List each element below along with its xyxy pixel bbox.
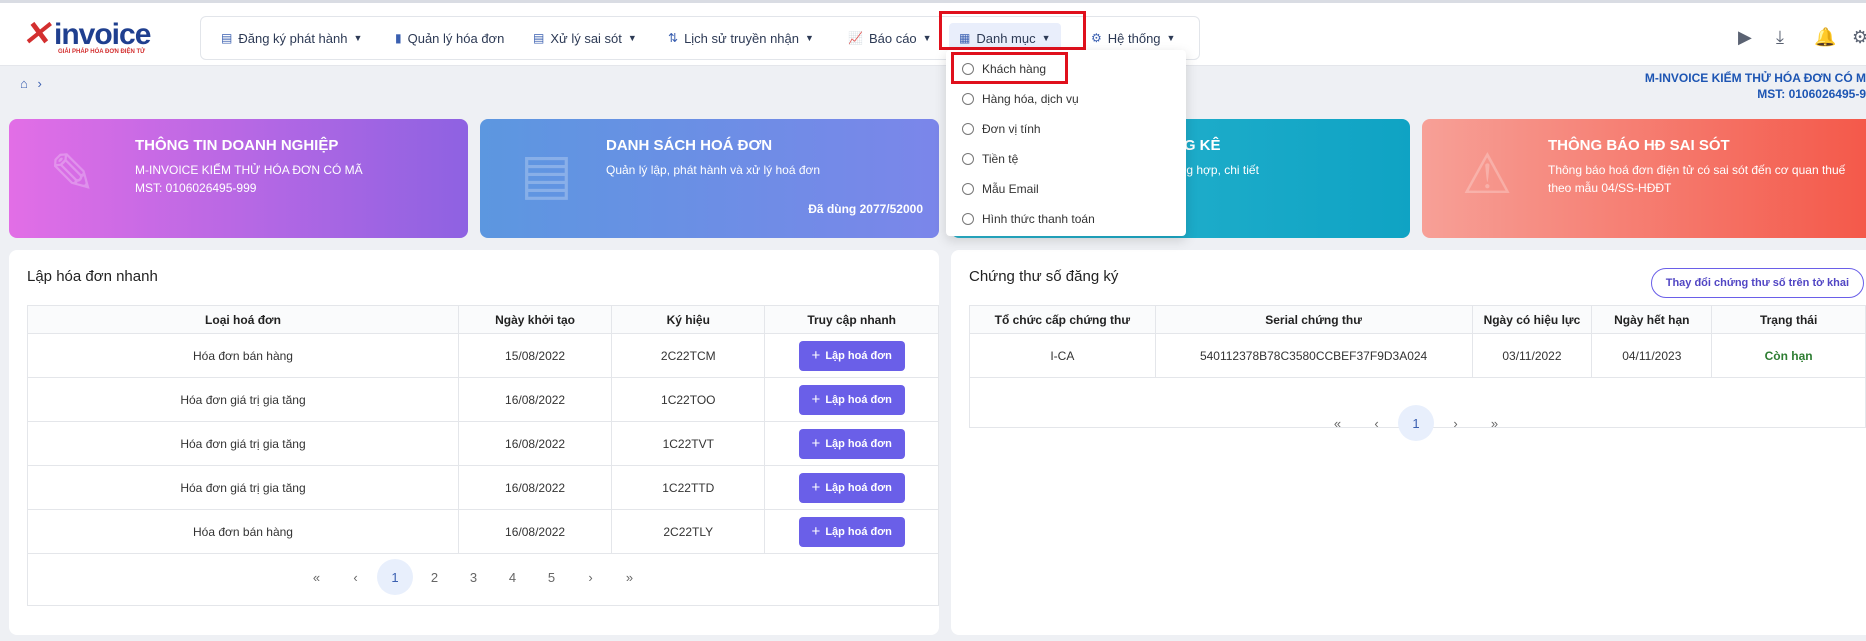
sort-arrows-icon: ⇅ — [668, 31, 679, 45]
circle-icon — [962, 183, 974, 195]
file-error-icon: ▤ — [533, 31, 545, 45]
company-name: M-INVOICE KIỂM THỬ HÓA ĐƠN CÓ M — [1644, 71, 1866, 85]
chevron-down-icon: ▼ — [922, 33, 932, 43]
table-row: Hóa đơn giá trị gia tăng 16/08/2022 1C22… — [27, 377, 939, 422]
prev-page-button[interactable]: ‹ — [1357, 416, 1396, 431]
dropdown-item-hang-hoa[interactable]: Hàng hóa, dịch vụ — [962, 92, 1079, 106]
file-icon: ▮ — [395, 31, 402, 45]
dropdown-item-tien-te[interactable]: Tiền tệ — [962, 152, 1018, 166]
book-icon: ▤ — [520, 142, 573, 205]
bell-icon[interactable]: 🔔 — [1814, 27, 1836, 48]
pagination: « ‹ 1 › » — [1318, 405, 1514, 441]
dropdown-item-mau-email[interactable]: Mẫu Email — [962, 182, 1039, 196]
last-page-button[interactable]: » — [610, 570, 649, 585]
pencil-icon: ✎ — [49, 142, 96, 205]
nav-item-bao-cao[interactable]: 📈 Báo cáo ▼ — [848, 17, 932, 59]
col-header: Trạng thái — [1711, 305, 1866, 334]
table-row: Hóa đơn giá trị gia tăng 16/08/2022 1C22… — [27, 465, 939, 510]
warning-icon: ⚠ — [1462, 142, 1513, 205]
chevron-right-icon: › — [37, 76, 42, 91]
circle-icon — [962, 213, 974, 225]
next-page-button[interactable]: › — [1436, 416, 1475, 431]
table-row: Hóa đơn bán hàng 16/08/2022 2C22TLY + Lập… — [27, 509, 939, 554]
col-header: Ký hiệu — [611, 305, 766, 334]
quick-invoice-panel: Lập hóa đơn nhanh Loại hoá đơn Ngày khởi… — [9, 250, 939, 635]
last-page-button[interactable]: » — [1475, 416, 1514, 431]
create-invoice-button[interactable]: + Lập hoá đơn — [798, 516, 905, 547]
chevron-down-icon: ▼ — [1166, 33, 1176, 43]
chevron-down-icon: ▼ — [627, 33, 637, 43]
chevron-down-icon: ▼ — [805, 33, 814, 43]
circle-icon — [962, 93, 974, 105]
plus-icon: + — [811, 435, 821, 452]
page-button[interactable]: 2 — [415, 570, 454, 585]
nav-item-xu-ly[interactable]: ▤ Xử lý sai sót ▼ — [533, 17, 637, 59]
page-button[interactable]: 3 — [454, 570, 493, 585]
create-invoice-button[interactable]: + Lập hoá đơn — [798, 472, 905, 503]
first-page-button[interactable]: « — [1318, 416, 1357, 431]
settings-icon[interactable]: ⚙ — [1852, 27, 1866, 48]
table-row: I-CA 540112378B78C3580CCBEF37F9D3A024 03… — [969, 333, 1866, 378]
card-danh-sach-hoa-don[interactable]: ▤ DANH SÁCH HOÁ ĐƠN Quản lý lập, phát hà… — [480, 119, 939, 238]
highlight-box-menu — [939, 11, 1086, 50]
col-header: Loại hoá đơn — [27, 305, 459, 334]
nav-item-quan-ly[interactable]: ▮ Quản lý hóa đơn — [395, 17, 504, 59]
change-certificate-button[interactable]: Thay đổi chứng thư số trên tờ khai — [1650, 268, 1864, 298]
dropdown-item-hinh-thuc-thanh-toan[interactable]: Hình thức thanh toán — [962, 212, 1095, 226]
table-row: Hóa đơn bán hàng 15/08/2022 2C22TCM + Lập… — [27, 333, 939, 378]
highlight-box-item — [951, 52, 1068, 84]
file-register-icon: ▤ — [221, 31, 233, 45]
youtube-icon[interactable]: ▶ — [1738, 27, 1752, 48]
page-button[interactable]: 4 — [493, 570, 532, 585]
page-button-current[interactable]: 1 — [377, 559, 413, 595]
card-thong-bao-sai-sot[interactable]: ⚠ THÔNG BÁO HĐ SAI SÓT Thông báo hoá đơn… — [1422, 119, 1866, 238]
create-invoice-button[interactable]: + Lập hoá đơn — [798, 340, 905, 371]
table-header-row: Tổ chức cấp chứng thư Serial chứng thư N… — [969, 305, 1866, 334]
logo-word: invoice — [54, 18, 151, 51]
col-header: Tổ chức cấp chứng thư — [969, 305, 1156, 334]
plus-icon: + — [811, 479, 821, 496]
logo-tagline: GIẢI PHÁP HÓA ĐƠN ĐIỆN TỬ — [58, 49, 146, 55]
logo-mark-icon: ✕ — [22, 15, 51, 53]
next-page-button[interactable]: › — [571, 570, 610, 585]
certificate-panel: Chứng thư số đăng ký Thay đổi chứng thư … — [951, 250, 1866, 635]
home-icon[interactable]: ⌂ — [20, 76, 28, 91]
page-button[interactable]: 5 — [532, 570, 571, 585]
col-header: Serial chứng thư — [1154, 305, 1473, 334]
create-invoice-button[interactable]: + Lập hoá đơn — [798, 384, 905, 415]
circle-icon — [962, 153, 974, 165]
panel-title: Chứng thư số đăng ký — [969, 268, 1119, 285]
dropdown-item-don-vi-tinh[interactable]: Đơn vị tính — [962, 122, 1041, 136]
table-header-row: Loại hoá đơn Ngày khởi tạo Ký hiệu Truy … — [27, 305, 939, 334]
breadcrumb: ⌂ › — [20, 76, 42, 91]
card-thong-tin-doanh-nghiep[interactable]: ✎ THÔNG TIN DOANH NGHIỆP M-INVOICE KIỂM … — [9, 119, 468, 238]
circle-icon — [962, 123, 974, 135]
nav-item-dang-ky[interactable]: ▤ Đăng ký phát hành ▼ — [221, 17, 362, 59]
download-icon[interactable]: ⤓ — [1776, 27, 1784, 48]
company-info: M-INVOICE KIỂM THỬ HÓA ĐƠN CÓ M MST: 010… — [1645, 70, 1866, 102]
top-bar: ✕ invoice GIẢI PHÁP HÓA ĐƠN ĐIỆN TỬ ▤ Đă… — [0, 0, 1866, 66]
col-header: Truy cập nhanh — [764, 305, 939, 334]
plus-icon: + — [811, 391, 821, 408]
chevron-down-icon: ▼ — [353, 33, 363, 43]
create-invoice-button[interactable]: + Lập hoá đơn — [798, 428, 905, 459]
usage-count: Đã dùng 2077/52000 — [808, 202, 923, 216]
nav-item-lich-su[interactable]: ⇅ Lịch sử truyền nhận ▼ — [668, 17, 814, 59]
status-badge: Còn hạn — [1711, 333, 1866, 378]
plus-icon: + — [811, 523, 821, 540]
chart-line-icon: 📈 — [848, 31, 863, 45]
prev-page-button[interactable]: ‹ — [336, 570, 375, 585]
first-page-button[interactable]: « — [297, 570, 336, 585]
col-header: Ngày có hiệu lực — [1471, 305, 1593, 334]
pagination: « ‹ 1 2 3 4 5 › » — [297, 559, 649, 595]
page-button-current[interactable]: 1 — [1398, 405, 1434, 441]
company-mst: MST: 0106026495-9 — [1757, 87, 1866, 101]
panel-title: Lập hóa đơn nhanh — [27, 268, 158, 285]
table-row: Hóa đơn giá trị gia tăng 16/08/2022 1C22… — [27, 421, 939, 466]
gear-icon: ⚙ — [1091, 31, 1102, 45]
plus-icon: + — [811, 347, 821, 364]
col-header: Ngày khởi tạo — [457, 305, 613, 334]
col-header: Ngày hết hạn — [1591, 305, 1713, 334]
logo[interactable]: ✕ invoice GIẢI PHÁP HÓA ĐƠN ĐIỆN TỬ — [20, 15, 160, 57]
